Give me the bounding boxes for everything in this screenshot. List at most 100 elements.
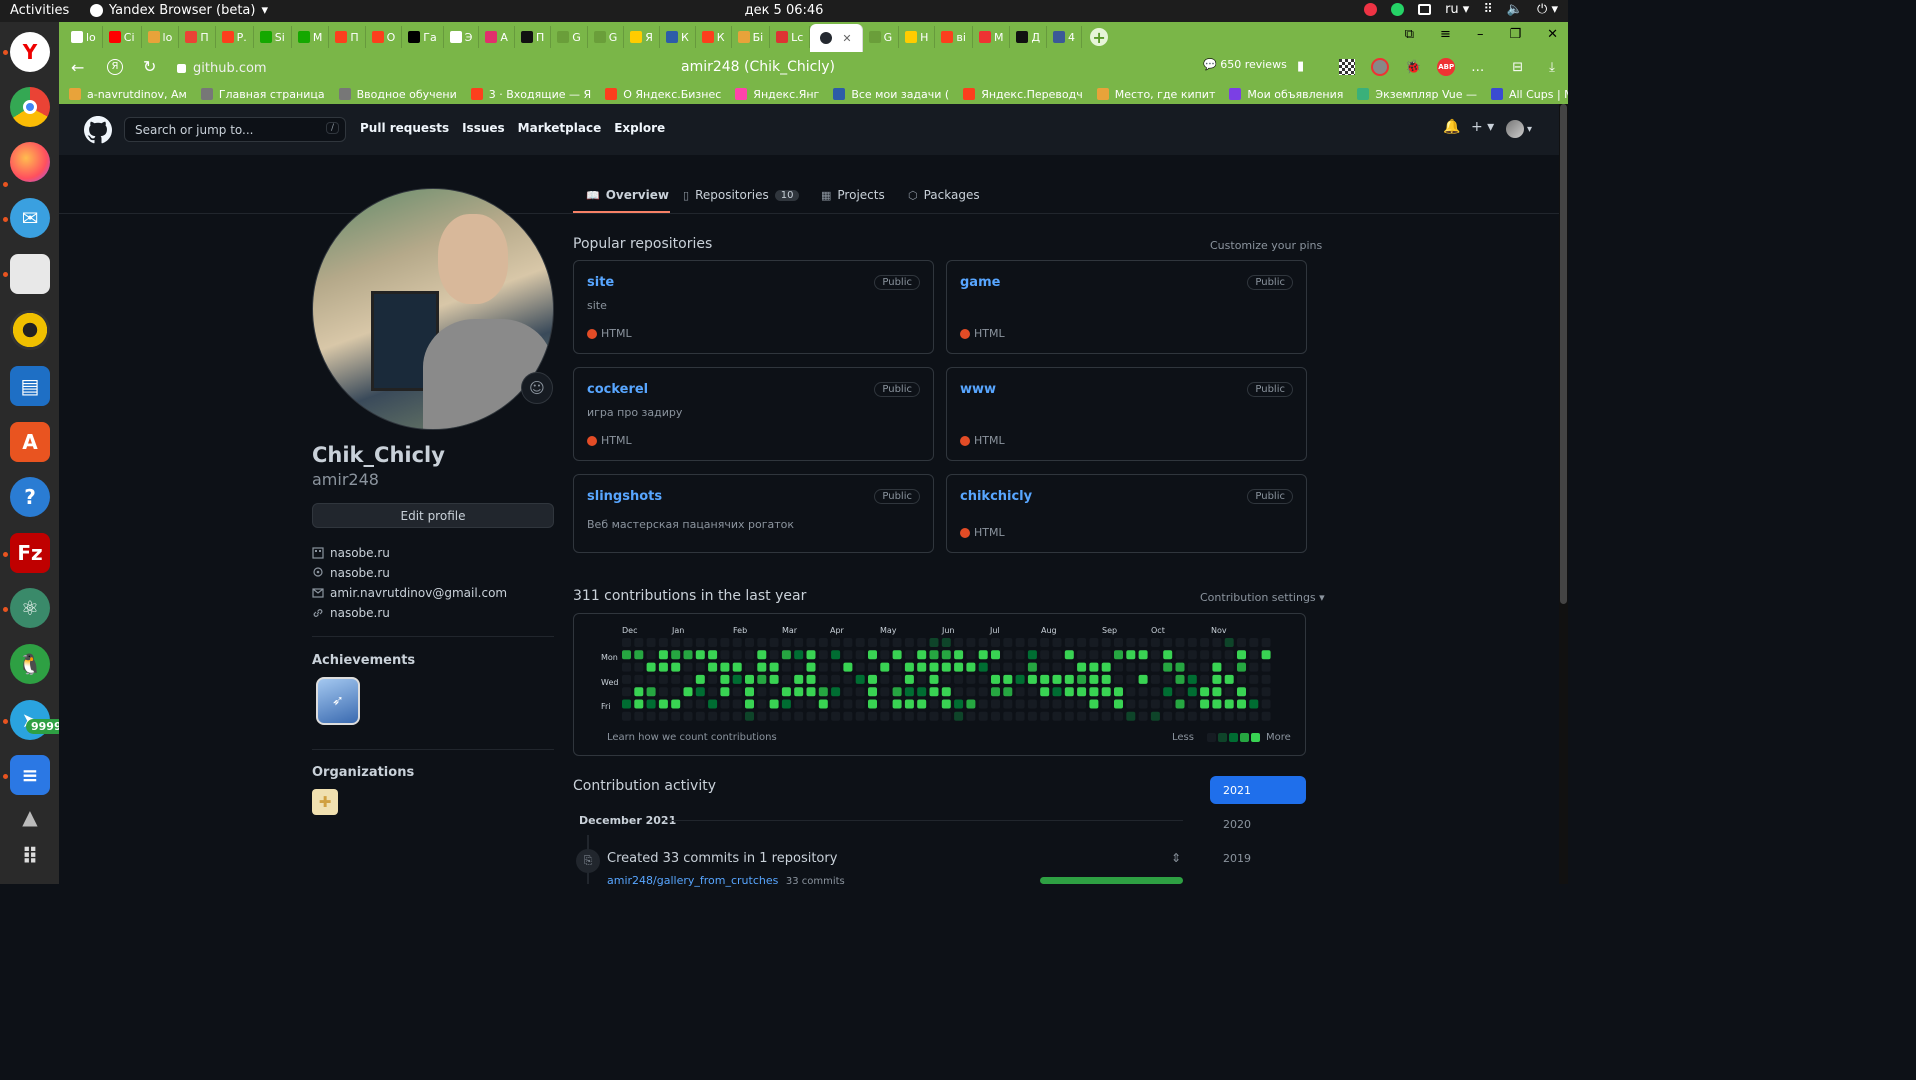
contribution-day[interactable]	[658, 638, 668, 647]
contribution-day[interactable]	[917, 650, 927, 660]
repo-link[interactable]: slingshots	[587, 489, 662, 504]
contribution-day[interactable]	[904, 699, 914, 709]
contribution-day[interactable]	[1224, 674, 1234, 684]
contribution-day[interactable]	[1261, 638, 1271, 647]
browser-tab[interactable]: Э	[444, 26, 480, 48]
contribution-day[interactable]	[745, 674, 754, 684]
contribution-day[interactable]	[917, 638, 927, 647]
contribution-day[interactable]	[1138, 650, 1148, 660]
contribution-day[interactable]	[1224, 711, 1234, 721]
contribution-day[interactable]	[1150, 711, 1160, 721]
back-icon[interactable]: ←	[71, 58, 84, 77]
contribution-day[interactable]	[769, 711, 779, 721]
contribution-day[interactable]	[708, 674, 718, 684]
contribution-day[interactable]	[868, 638, 877, 647]
clock[interactable]: дек 5 06:46	[745, 3, 824, 18]
bookmark-item[interactable]: Яндекс.Янг	[735, 88, 819, 101]
contribution-settings-dropdown[interactable]: Contribution settings ▾	[1200, 591, 1325, 604]
contribution-day[interactable]	[1249, 638, 1259, 647]
bookmark-item[interactable]: Все мои задачи (	[833, 88, 949, 101]
contribution-day[interactable]	[708, 638, 718, 647]
contribution-day[interactable]	[806, 699, 816, 709]
contribution-day[interactable]	[683, 638, 693, 647]
rhythmbox-icon[interactable]	[10, 310, 50, 350]
contribution-day[interactable]	[892, 687, 902, 697]
close-tab-icon[interactable]: ✕	[842, 32, 851, 45]
contribution-day[interactable]	[634, 662, 644, 672]
contribution-day[interactable]	[1175, 699, 1185, 709]
contribution-day[interactable]	[1040, 638, 1050, 647]
contribution-day[interactable]	[806, 650, 816, 660]
contribution-day[interactable]	[1077, 662, 1087, 672]
contribution-day[interactable]	[954, 687, 964, 697]
contribution-day[interactable]	[1052, 662, 1062, 672]
contribution-day[interactable]	[1249, 650, 1259, 660]
contribution-day[interactable]	[1187, 711, 1197, 721]
adblock-icon[interactable]: ABP	[1437, 58, 1456, 76]
contribution-day[interactable]	[1015, 699, 1025, 709]
contribution-day[interactable]	[806, 687, 816, 697]
contribution-day[interactable]	[904, 638, 914, 647]
browser-tab[interactable]: G	[551, 26, 588, 48]
contribution-day[interactable]	[1027, 674, 1037, 684]
contribution-day[interactable]	[806, 662, 816, 672]
contribution-day[interactable]	[658, 650, 668, 660]
contribution-day[interactable]	[1077, 699, 1087, 709]
contribution-day[interactable]	[978, 687, 988, 697]
contribution-day[interactable]	[1003, 674, 1013, 684]
contribution-day[interactable]	[831, 662, 841, 672]
contribution-day[interactable]	[1237, 638, 1246, 647]
contribution-day[interactable]	[1003, 711, 1013, 721]
contribution-day[interactable]	[1261, 662, 1271, 672]
contribution-day[interactable]	[929, 650, 939, 660]
contribution-day[interactable]	[855, 650, 865, 660]
contribution-day[interactable]	[1212, 638, 1222, 647]
year-button[interactable]: 2020	[1210, 810, 1306, 838]
contribution-day[interactable]	[732, 699, 742, 709]
contribution-day[interactable]	[1077, 687, 1087, 697]
contribution-day[interactable]	[843, 662, 853, 672]
bookmark-item[interactable]: Мои объявления	[1229, 88, 1343, 101]
contribution-day[interactable]	[1077, 650, 1087, 660]
contribution-day[interactable]	[904, 662, 914, 672]
contribution-day[interactable]	[991, 711, 1000, 721]
contribution-day[interactable]	[843, 638, 853, 647]
contribution-day[interactable]	[991, 662, 1000, 672]
contribution-day[interactable]	[917, 662, 927, 672]
contribution-day[interactable]	[831, 699, 841, 709]
contribution-day[interactable]	[978, 711, 988, 721]
contribution-day[interactable]	[1187, 662, 1197, 672]
contribution-day[interactable]	[818, 662, 828, 672]
repo-link[interactable]: cockerel	[587, 382, 648, 397]
lock-icon[interactable]	[177, 63, 186, 73]
contribution-day[interactable]	[1212, 650, 1222, 660]
extension-icon[interactable]	[1371, 58, 1389, 76]
contribution-day[interactable]	[868, 650, 877, 660]
contribution-day[interactable]	[1212, 699, 1222, 709]
contribution-day[interactable]	[978, 699, 988, 709]
edit-profile-button[interactable]: Edit profile	[312, 503, 554, 528]
nav-link[interactable]: Marketplace	[518, 121, 602, 135]
contribution-day[interactable]	[769, 699, 779, 709]
contribution-day[interactable]	[855, 711, 865, 721]
browser-tab[interactable]: G	[863, 26, 900, 48]
contribution-day[interactable]	[1261, 650, 1271, 660]
contribution-day[interactable]	[658, 674, 668, 684]
chrome-icon[interactable]	[10, 87, 50, 127]
contribution-day[interactable]	[1089, 638, 1099, 647]
contribution-day[interactable]	[1175, 687, 1185, 697]
contribution-day[interactable]	[1261, 699, 1271, 709]
contribution-day[interactable]	[1114, 662, 1123, 672]
show-apps-icon[interactable]: ⠿	[10, 837, 50, 877]
contribution-day[interactable]	[1101, 711, 1111, 721]
contribution-day[interactable]	[1163, 638, 1173, 647]
contribution-day[interactable]	[954, 711, 964, 721]
contribution-day[interactable]	[1027, 638, 1037, 647]
contribution-day[interactable]	[1126, 674, 1136, 684]
sidebar-icon[interactable]: ⊟	[1512, 60, 1523, 75]
contribution-day[interactable]	[1175, 638, 1185, 647]
contribution-day[interactable]	[1138, 674, 1148, 684]
contribution-day[interactable]	[991, 674, 1000, 684]
url-field[interactable]: github.com	[171, 56, 1181, 80]
contribution-day[interactable]	[1064, 650, 1074, 660]
